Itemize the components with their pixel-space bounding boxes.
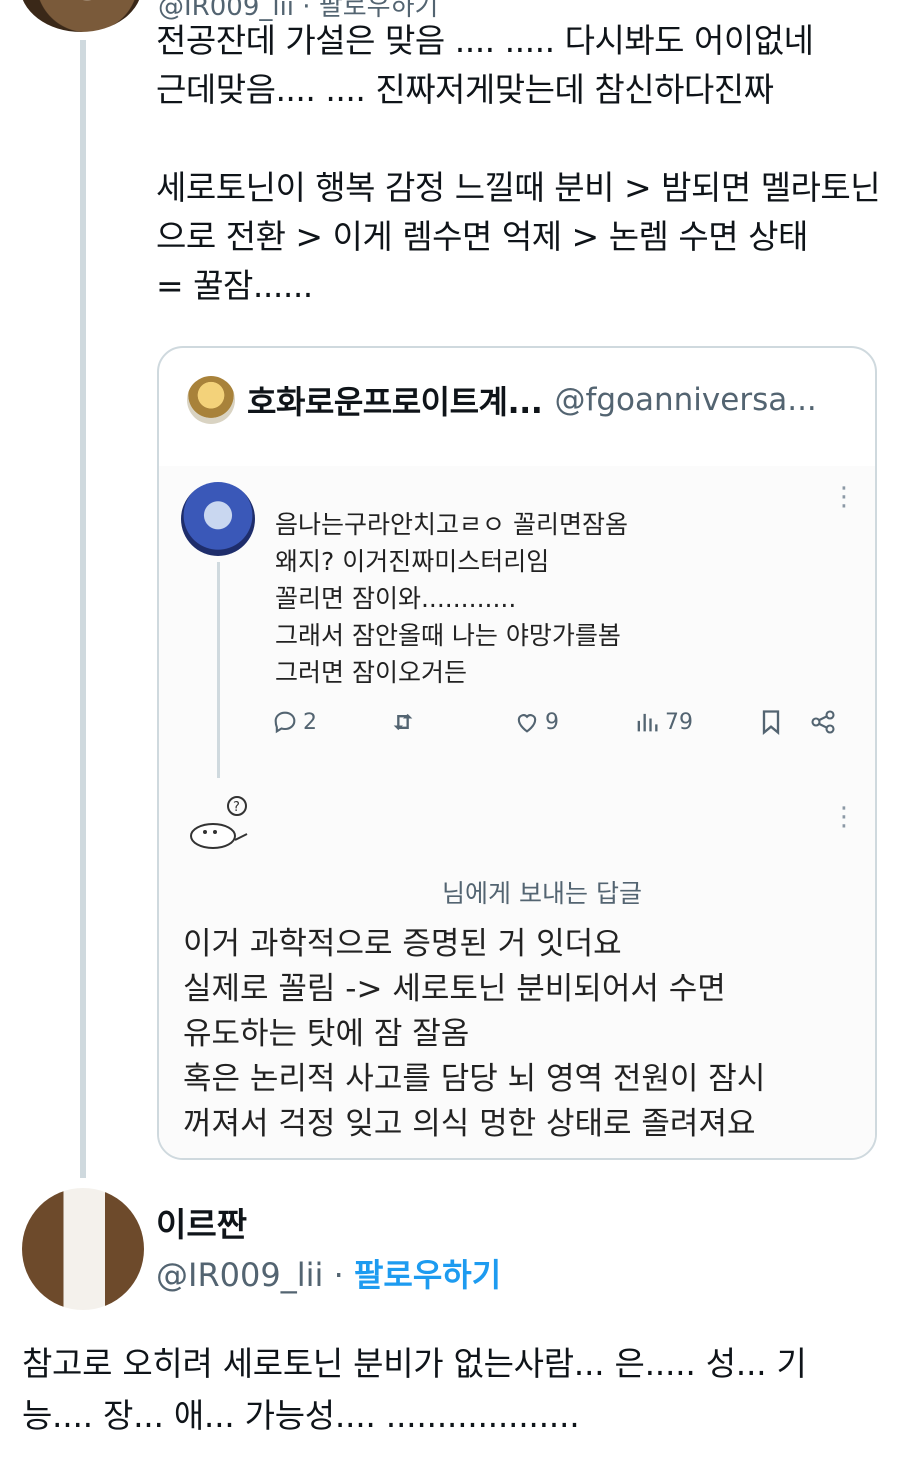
like-action: 9 xyxy=(513,708,559,736)
retweet-icon xyxy=(393,713,413,731)
bookmark-action xyxy=(757,708,785,736)
quoted-author-handle: @fgoanniversa... xyxy=(554,382,817,418)
quoted-screenshot: ⋮ 음나는구라안치고ㄹㅇ 꼴리면잠옴 왜지? 이거진짜미스터리임 꼴리면 잠이와… xyxy=(159,466,875,1158)
more-icon: ⋮ xyxy=(831,802,857,832)
quoted-author-avatar xyxy=(187,376,235,424)
quoted-tweet-header: 호화로운프로이트계... @fgoanniversa... xyxy=(187,376,817,424)
svg-text:?: ? xyxy=(233,800,240,815)
views-icon xyxy=(637,713,658,732)
tweet-text: 참고로 오히려 세로토닌 분비가 없는사람... 은..... 성... 기 능… xyxy=(22,1344,807,1435)
reply-count: 2 xyxy=(303,709,317,735)
author-handle-row: @IR009_lii · 팔로우하기 xyxy=(156,1250,501,1296)
author-handle[interactable]: @IR009_lii xyxy=(156,1256,323,1294)
bookmark-icon xyxy=(762,710,780,735)
reply-to-label: 님에게 보내는 답글 xyxy=(442,879,642,908)
share-action xyxy=(809,708,837,736)
author-avatar[interactable] xyxy=(22,1188,144,1310)
like-count: 9 xyxy=(545,709,559,735)
tweet-text: 전공잔데 가설은 맞음 .... ..... 다시봐도 어이없네 근데맞음...… xyxy=(156,21,881,305)
seal-avatar-icon: ? xyxy=(190,796,248,849)
views-action: 79 xyxy=(633,708,693,736)
handle-separator: · xyxy=(323,1256,354,1294)
retweet-action xyxy=(389,708,421,736)
author-name[interactable]: 이르짠 xyxy=(156,1198,247,1246)
inner-post-actions: 2 9 79 xyxy=(271,708,851,748)
follow-button[interactable]: 팔로우하기 xyxy=(354,1256,501,1294)
inner-reply-text: 이거 과학적으로 증명된 거 잇더요 실제로 꼴림 -> 세로토닌 분비되어서 … xyxy=(183,926,766,1142)
thread-line xyxy=(80,40,86,1178)
like-icon xyxy=(517,714,537,733)
quoted-author-name: 호화로운프로이트계... xyxy=(247,383,543,421)
reply-action: 2 xyxy=(271,708,317,736)
inner-thread-line xyxy=(217,562,220,778)
quoted-tweet-card[interactable]: 호화로운프로이트계... @fgoanniversa... ⋮ 음나는구라안치고… xyxy=(157,346,877,1160)
views-count: 79 xyxy=(665,709,693,735)
author-avatar[interactable] xyxy=(20,0,142,32)
reply-icon xyxy=(274,711,296,734)
inner-post-text: 음나는구라안치고ㄹㅇ 꼴리면잠옴 왜지? 이거진짜미스터리임 꼴리면 잠이와..… xyxy=(275,510,628,687)
inner-post-avatar xyxy=(181,482,255,556)
share-icon xyxy=(811,710,835,734)
